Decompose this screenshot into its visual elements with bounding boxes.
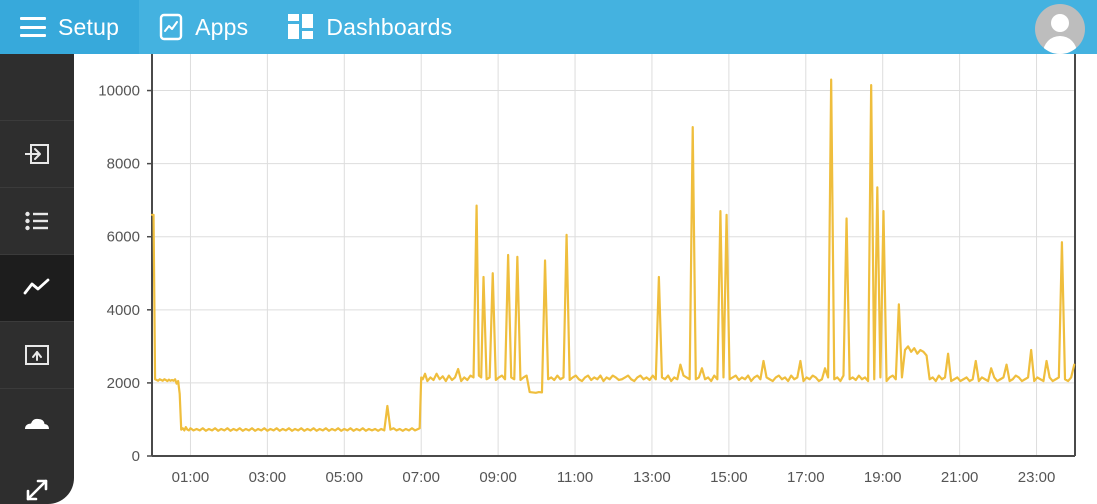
svg-text:19:00: 19:00 — [864, 469, 902, 486]
nav-item-apps-label: Apps — [195, 13, 249, 40]
dashboard-grid-icon — [288, 14, 314, 40]
list-icon — [25, 211, 49, 231]
sidebar-item-spacer-top — [0, 54, 74, 121]
upload-box-icon — [24, 344, 50, 366]
nav-item-apps[interactable]: Apps — [139, 0, 268, 54]
hamburger-icon — [20, 17, 46, 37]
expand-arrows-icon — [24, 477, 50, 503]
svg-text:2000: 2000 — [107, 375, 140, 392]
svg-text:11:00: 11:00 — [557, 469, 593, 486]
svg-text:6000: 6000 — [107, 229, 140, 246]
svg-text:23:00: 23:00 — [1018, 469, 1056, 486]
timeseries-line-chart: 0 2000 4000 6000 8000 10000 01:00 03:00 05:00 07:… — [98, 54, 1076, 486]
chart-panel[interactable]: 0 2000 4000 6000 8000 10000 01:00 03:00 05:00 07:… — [74, 54, 1097, 504]
nav-item-setup-label: Setup — [58, 13, 120, 40]
arrow-into-box-icon — [24, 142, 50, 166]
avatar[interactable] — [1035, 4, 1085, 54]
top-navigation-bar: Setup Apps Dashboards — [0, 0, 1097, 54]
svg-text:03:00: 03:00 — [249, 469, 287, 486]
svg-text:0: 0 — [132, 448, 140, 465]
user-avatar-icon — [1035, 4, 1085, 54]
trend-line-icon — [23, 278, 51, 298]
svg-text:01:00: 01:00 — [172, 469, 210, 486]
svg-text:09:00: 09:00 — [479, 469, 517, 486]
nav-item-dashboards-label: Dashboards — [326, 13, 453, 40]
nav-item-dashboards[interactable]: Dashboards — [268, 0, 472, 54]
sidebar-item-inputs[interactable] — [0, 121, 74, 188]
svg-text:4000: 4000 — [107, 302, 140, 319]
svg-text:8000: 8000 — [107, 156, 140, 173]
sidebar-item-export[interactable] — [0, 322, 74, 389]
svg-text:21:00: 21:00 — [941, 469, 979, 486]
svg-text:13:00: 13:00 — [633, 469, 671, 486]
sidebar-item-list[interactable] — [0, 188, 74, 255]
app-root: Setup Apps Dashboards 0 2000 4000 6000 8… — [0, 0, 1097, 504]
svg-text:17:00: 17:00 — [787, 469, 825, 486]
svg-text:05:00: 05:00 — [326, 469, 364, 486]
svg-text:10000: 10000 — [98, 83, 140, 100]
app-chart-phone-icon — [159, 13, 183, 41]
svg-text:15:00: 15:00 — [710, 469, 748, 486]
sidebar-item-charts[interactable] — [0, 255, 74, 322]
nav-item-setup[interactable]: Setup — [0, 0, 140, 54]
cloud-icon — [22, 416, 52, 430]
svg-text:07:00: 07:00 — [402, 469, 440, 486]
sidebar-item-fullscreen[interactable] — [0, 456, 74, 504]
sidebar-item-cloud[interactable] — [0, 389, 74, 456]
left-sidebar — [0, 54, 74, 504]
